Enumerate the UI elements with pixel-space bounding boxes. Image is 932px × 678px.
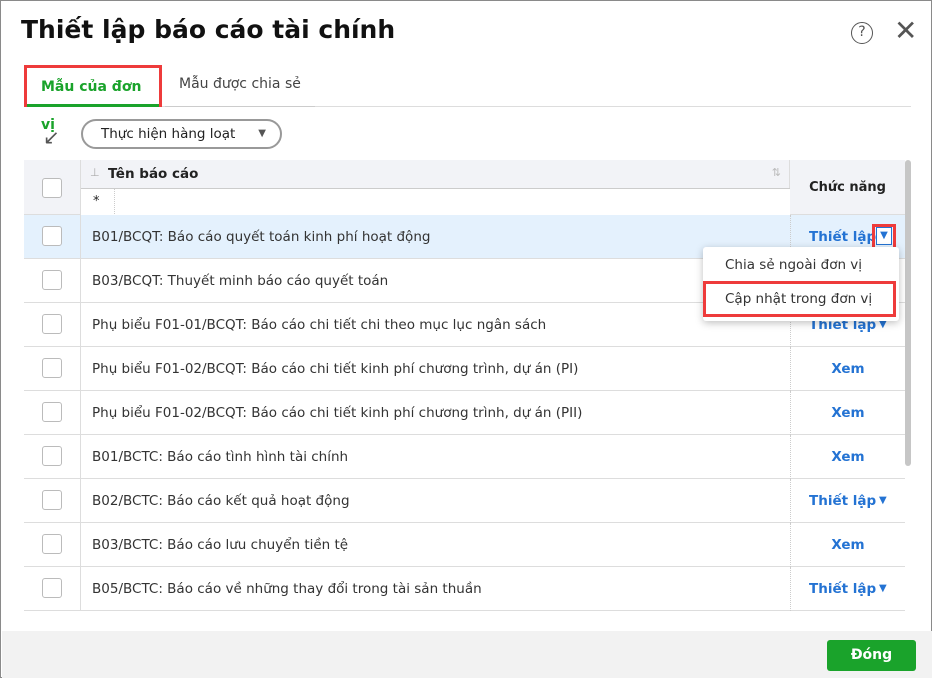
help-icon[interactable]: ? bbox=[851, 22, 873, 44]
action-link[interactable]: Thiết lập bbox=[809, 493, 876, 509]
bulk-action-dropdown[interactable]: Thực hiện hàng loạt ▼ bbox=[81, 119, 282, 149]
footer: Đóng bbox=[2, 631, 932, 678]
report-name: B01/BCTC: Báo cáo tình hình tài chính bbox=[92, 449, 349, 465]
action-dropdown-menu: Chia sẻ ngoài đơn vị Cập nhật trong đơn … bbox=[703, 247, 899, 321]
tab-bar: Mẫu của đơn vị Mẫu được chia sẻ bbox=[24, 65, 911, 133]
dialog: Thiết lập báo cáo tài chính ? ✕ Mẫu của … bbox=[0, 0, 932, 678]
action-link[interactable]: Thiết lập bbox=[809, 229, 876, 245]
row-checkbox[interactable] bbox=[42, 578, 62, 598]
select-all-checkbox[interactable] bbox=[42, 178, 62, 198]
close-icon[interactable]: ✕ bbox=[894, 17, 917, 45]
table-row[interactable]: B05/BCTC: Báo cáo về những thay đổi tron… bbox=[24, 567, 905, 611]
caret-down-icon: ▼ bbox=[258, 128, 266, 139]
return-arrow-icon[interactable]: ↙ bbox=[43, 125, 60, 149]
close-button[interactable]: Đóng bbox=[827, 640, 916, 671]
column-header-function: Chức năng bbox=[809, 180, 886, 195]
action-link[interactable]: Xem bbox=[831, 405, 864, 421]
row-checkbox[interactable] bbox=[42, 446, 62, 466]
report-name: Phụ biểu F01-02/BCQT: Báo cáo chi tiết k… bbox=[92, 361, 579, 377]
report-name: Phụ biểu F01-01/BCQT: Báo cáo chi tiết c… bbox=[92, 317, 547, 333]
report-name: B01/BCQT: Báo cáo quyết toán kinh phí ho… bbox=[92, 229, 431, 245]
scrollbar[interactable] bbox=[905, 160, 911, 466]
menu-item-update-inside[interactable]: Cập nhật trong đơn vị bbox=[703, 281, 896, 317]
row-checkbox[interactable] bbox=[42, 490, 62, 510]
menu-item-share-outside[interactable]: Chia sẻ ngoài đơn vị bbox=[703, 247, 899, 283]
report-name: Phụ biểu F01-02/BCQT: Báo cáo chi tiết k… bbox=[92, 405, 583, 421]
report-name: B03/BCTC: Báo cáo lưu chuyển tiền tệ bbox=[92, 537, 349, 553]
row-checkbox[interactable] bbox=[42, 314, 62, 334]
dialog-title: Thiết lập báo cáo tài chính bbox=[21, 15, 396, 44]
caret-down-icon: ▼ bbox=[876, 227, 892, 245]
tab-shared-templates[interactable]: Mẫu được chia sẻ bbox=[165, 65, 315, 107]
table-row[interactable]: B02/BCTC: Báo cáo kết quả hoạt động Thiết… bbox=[24, 479, 905, 523]
sort-icon[interactable]: ⇅ bbox=[772, 166, 781, 179]
table-row[interactable]: Phụ biểu F01-02/BCQT: Báo cáo chi tiết k… bbox=[24, 391, 905, 435]
caret-down-icon[interactable]: ▼ bbox=[879, 479, 887, 523]
report-name: B02/BCTC: Báo cáo kết quả hoạt động bbox=[92, 493, 350, 509]
table-row[interactable]: Phụ biểu F01-02/BCQT: Báo cáo chi tiết k… bbox=[24, 347, 905, 391]
name-filter[interactable]: * bbox=[81, 188, 790, 216]
action-link[interactable]: Xem bbox=[831, 537, 864, 553]
table-row[interactable]: B01/BCTC: Báo cáo tình hình tài chính Xem bbox=[24, 435, 905, 479]
column-header-name: Tên báo cáo bbox=[108, 166, 199, 182]
action-link[interactable]: Xem bbox=[831, 361, 864, 377]
report-name: B05/BCTC: Báo cáo về những thay đổi tron… bbox=[92, 581, 482, 597]
caret-down-icon[interactable]: ▼ bbox=[879, 567, 887, 611]
bulk-action-label: Thực hiện hàng loạt bbox=[101, 126, 236, 142]
table-row[interactable]: B03/BCTC: Báo cáo lưu chuyển tiền tệ Xem bbox=[24, 523, 905, 567]
report-table: ⊥ Tên báo cáo ⇅ * Chức năng B01/BCQT: Bá… bbox=[24, 160, 905, 611]
report-name: B03/BCQT: Thuyết minh báo cáo quyết toán bbox=[92, 273, 389, 289]
tab-own-templates[interactable]: Mẫu của đơn vị bbox=[24, 65, 162, 133]
pin-icon[interactable]: ⊥ bbox=[90, 166, 100, 179]
row-checkbox[interactable] bbox=[42, 226, 62, 246]
table-header: ⊥ Tên báo cáo ⇅ * Chức năng bbox=[24, 160, 905, 216]
row-checkbox[interactable] bbox=[42, 402, 62, 422]
filter-value: * bbox=[93, 194, 100, 209]
row-checkbox[interactable] bbox=[42, 358, 62, 378]
action-link[interactable]: Thiết lập bbox=[809, 581, 876, 597]
action-link[interactable]: Xem bbox=[831, 449, 864, 465]
row-checkbox[interactable] bbox=[42, 534, 62, 554]
row-checkbox[interactable] bbox=[42, 270, 62, 290]
